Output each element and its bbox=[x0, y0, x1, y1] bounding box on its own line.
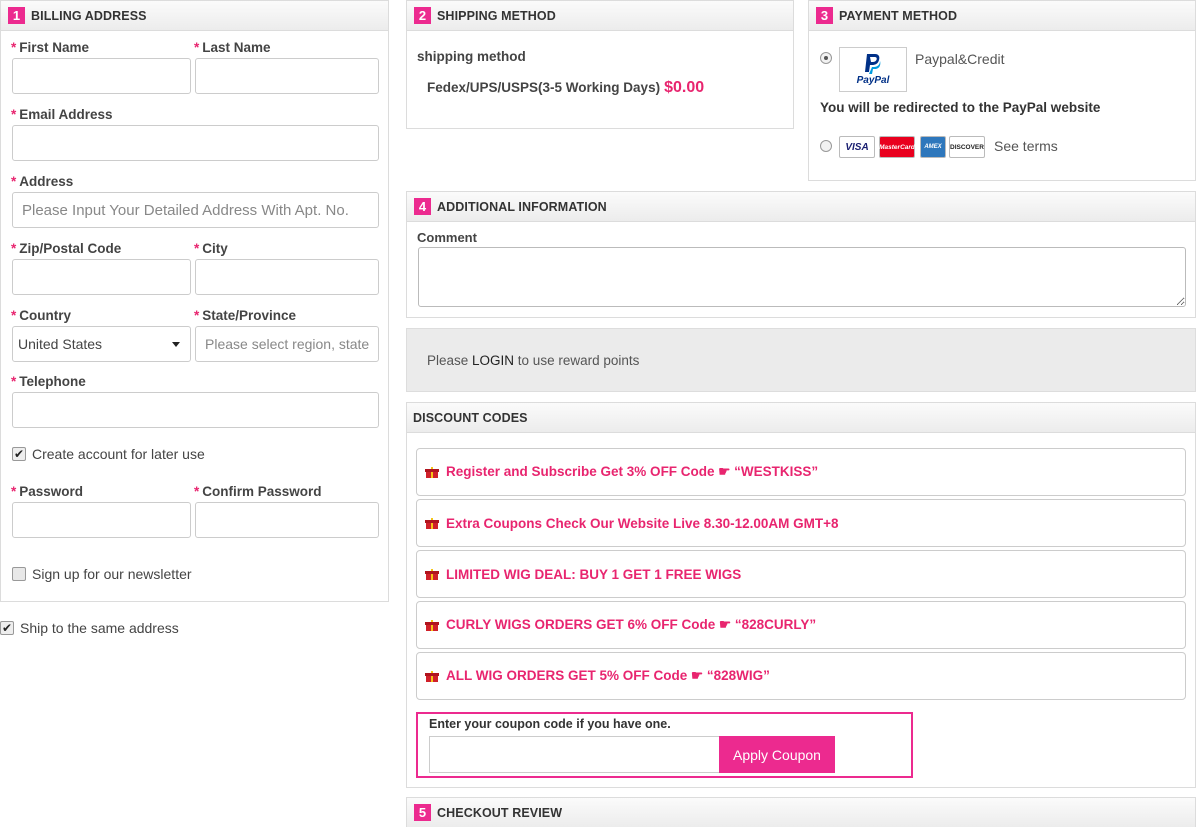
checkout-review-header: 5 CHECKOUT REVIEW bbox=[407, 798, 1195, 827]
city-label: * City bbox=[194, 241, 228, 256]
discount-code-text: Register and Subscribe Get 3% OFF Code ☛… bbox=[446, 464, 819, 479]
discount-code-item[interactable]: CURLY WIGS ORDERS GET 6% OFF Code ☛ “828… bbox=[416, 601, 1186, 649]
step-number-badge: 3 bbox=[816, 7, 833, 24]
step-number-badge: 5 bbox=[414, 804, 431, 821]
discount-code-item[interactable]: LIMITED WIG DEAL: BUY 1 GET 1 FREE WIGS bbox=[416, 550, 1186, 598]
additional-information-title: ADDITIONAL INFORMATION bbox=[437, 199, 607, 214]
paypal-logo: PayPal bbox=[839, 47, 907, 92]
coupon-prompt: Enter your coupon code if you have one. bbox=[429, 717, 671, 731]
discount-code-text: LIMITED WIG DEAL: BUY 1 GET 1 FREE WIGS bbox=[446, 566, 742, 582]
see-terms-link[interactable]: See terms bbox=[994, 138, 1058, 154]
ship-same-address-checkbox[interactable]: ✔ bbox=[0, 621, 14, 635]
checkout-review-panel: 5 CHECKOUT REVIEW bbox=[406, 797, 1196, 827]
step-number-badge: 1 bbox=[8, 7, 25, 24]
address-field[interactable] bbox=[12, 192, 379, 228]
reward-prefix: Please bbox=[427, 352, 473, 368]
reward-suffix: to use reward points bbox=[514, 352, 640, 368]
shipping-method-subtitle: shipping method bbox=[417, 49, 526, 64]
discount-code-text: CURLY WIGS ORDERS GET 6% OFF Code ☛ “828… bbox=[446, 617, 817, 632]
additional-information-header: 4 ADDITIONAL INFORMATION bbox=[407, 192, 1195, 222]
discount-code-item[interactable]: Extra Coupons Check Our Website Live 8.3… bbox=[416, 499, 1186, 547]
country-select[interactable]: United States bbox=[12, 326, 191, 362]
paypal-logo-text: PayPal bbox=[856, 75, 890, 86]
shipping-method-panel: 2 SHIPPING METHOD shipping method Fedex/… bbox=[406, 0, 794, 129]
discount-code-item[interactable]: ALL WIG ORDERS GET 5% OFF Code ☛ “828WIG… bbox=[416, 652, 1186, 700]
apply-coupon-button[interactable]: Apply Coupon bbox=[719, 736, 835, 773]
paypal-redirect-note: You will be redirected to the PayPal web… bbox=[820, 100, 1101, 115]
telephone-label: * Telephone bbox=[11, 374, 86, 389]
password-field[interactable] bbox=[12, 502, 191, 538]
shipping-option-price: $0.00 bbox=[664, 79, 705, 96]
state-label: * State/Province bbox=[194, 308, 297, 323]
newsletter-option[interactable]: Sign up for our newsletter bbox=[12, 566, 192, 582]
address-label: * Address bbox=[11, 174, 74, 189]
last-name-label: * Last Name bbox=[194, 40, 271, 55]
newsletter-checkbox[interactable] bbox=[12, 567, 26, 581]
discount-code-item[interactable]: Register and Subscribe Get 3% OFF Code ☛… bbox=[416, 448, 1186, 496]
payment-method-panel: 3 PAYMENT METHOD PayPal Paypal&Credit Yo… bbox=[808, 0, 1196, 181]
gift-icon bbox=[425, 568, 439, 580]
gift-icon bbox=[425, 517, 439, 529]
discount-codes-title: DISCOUNT CODES bbox=[413, 410, 528, 425]
shipping-method-header: 2 SHIPPING METHOD bbox=[407, 1, 793, 31]
billing-address-header: 1 BILLING ADDRESS bbox=[1, 1, 388, 31]
paypal-radio[interactable] bbox=[820, 52, 832, 64]
first-name-field[interactable] bbox=[12, 58, 191, 94]
confirm-password-field[interactable] bbox=[195, 502, 379, 538]
zip-field[interactable] bbox=[12, 259, 191, 295]
discount-codes-header: DISCOUNT CODES bbox=[407, 403, 1195, 433]
coupon-code-input[interactable] bbox=[429, 736, 721, 773]
create-account-checkbox[interactable]: ✔ bbox=[12, 447, 26, 461]
checkout-review-title: CHECKOUT REVIEW bbox=[437, 805, 563, 820]
billing-address-title: BILLING ADDRESS bbox=[31, 8, 147, 23]
country-label: * Country bbox=[11, 308, 72, 323]
first-name-label: * First Name bbox=[11, 40, 90, 55]
billing-address-panel: 1 BILLING ADDRESS * First Name * Last Name… bbox=[0, 0, 389, 602]
last-name-field[interactable] bbox=[195, 58, 379, 94]
discount-code-text: Extra Coupons Check Our Website Live 8.3… bbox=[446, 515, 839, 531]
comment-textarea[interactable] bbox=[418, 247, 1186, 307]
password-label: * Password bbox=[11, 484, 84, 499]
gift-icon bbox=[425, 619, 439, 631]
discount-codes-panel: DISCOUNT CODES Register and Subscribe Ge… bbox=[406, 402, 1196, 788]
confirm-password-label: * Confirm Password bbox=[194, 484, 322, 499]
country-select-value: United States bbox=[18, 336, 103, 352]
visa-card-icon: VISA bbox=[839, 136, 875, 158]
payment-method-header: 3 PAYMENT METHOD bbox=[809, 1, 1195, 31]
step-number-badge: 2 bbox=[414, 7, 431, 24]
zip-label: * Zip/Postal Code bbox=[11, 241, 122, 256]
shipping-option-label: Fedex/UPS/USPS(3-5 Working Days) bbox=[427, 80, 661, 95]
ship-same-address-option[interactable]: ✔ Ship to the same address bbox=[0, 620, 179, 636]
paypal-icon bbox=[865, 54, 881, 74]
coupon-entry-box: Enter your coupon code if you have one. … bbox=[416, 712, 913, 778]
telephone-field[interactable] bbox=[12, 392, 379, 428]
gift-icon bbox=[425, 670, 439, 682]
shipping-method-title: SHIPPING METHOD bbox=[437, 8, 556, 23]
discover-card-icon: DISCOVER bbox=[949, 136, 985, 158]
ship-same-address-label: Ship to the same address bbox=[20, 620, 179, 636]
city-field[interactable] bbox=[195, 259, 379, 295]
newsletter-label: Sign up for our newsletter bbox=[32, 566, 192, 582]
create-account-label: Create account for later use bbox=[32, 446, 205, 462]
gift-icon bbox=[425, 466, 439, 478]
credit-card-radio[interactable] bbox=[820, 140, 832, 152]
chevron-down-icon bbox=[172, 341, 180, 347]
payment-method-title: PAYMENT METHOD bbox=[839, 8, 958, 23]
comment-label: Comment bbox=[417, 230, 477, 245]
paypal-label: Paypal&Credit bbox=[915, 51, 1005, 67]
email-field[interactable] bbox=[12, 125, 379, 161]
create-account-option[interactable]: ✔ Create account for later use bbox=[12, 446, 205, 462]
mastercard-icon: MasterCard bbox=[879, 136, 915, 158]
additional-information-panel: 4 ADDITIONAL INFORMATION Comment bbox=[406, 191, 1196, 318]
email-label: * Email Address bbox=[11, 107, 113, 122]
discount-code-text: ALL WIG ORDERS GET 5% OFF Code ☛ “828WIG… bbox=[446, 668, 770, 683]
step-number-badge: 4 bbox=[414, 198, 431, 215]
amex-card-icon: AMEX bbox=[920, 136, 946, 158]
state-field[interactable] bbox=[195, 326, 379, 362]
reward-points-banner: Please LOGIN to use reward points bbox=[406, 328, 1196, 392]
reward-login-link[interactable]: LOGIN bbox=[472, 353, 514, 368]
shipping-option[interactable]: Fedex/UPS/USPS(3-5 Working Days) $0.00 bbox=[427, 79, 704, 97]
